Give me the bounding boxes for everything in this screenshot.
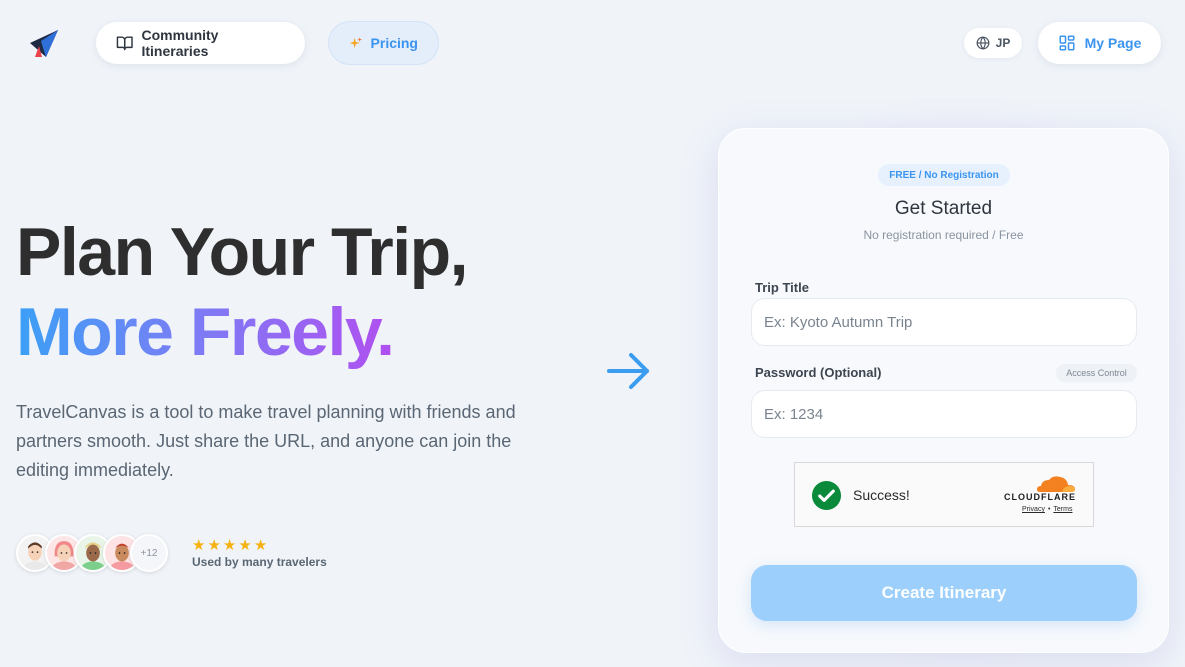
access-control-tag: Access Control xyxy=(1056,364,1137,382)
language-label: JP xyxy=(995,36,1011,50)
captcha-status: Success! xyxy=(853,487,910,503)
cloudflare-captcha-widget[interactable]: Success! CLOUDFLARE Privacy • Terms xyxy=(794,462,1094,527)
pricing-button[interactable]: Pricing xyxy=(329,22,438,64)
cloudflare-brand: CLOUDFLARE xyxy=(1004,492,1076,502)
star-icon: ★ xyxy=(222,537,237,554)
card-title: Get Started xyxy=(894,198,993,219)
success-check-icon xyxy=(811,480,842,511)
pricing-label: Pricing xyxy=(370,35,418,51)
my-page-button[interactable]: My Page xyxy=(1038,22,1161,64)
trip-title-input[interactable] xyxy=(751,298,1137,346)
cloudflare-logo-icon xyxy=(1037,476,1075,492)
headline-line-1: Plan Your Trip, xyxy=(16,214,469,290)
avatar-more-count: +12 xyxy=(130,534,168,572)
grid-icon xyxy=(1059,35,1075,51)
rating-text: Used by many travelers xyxy=(192,555,327,569)
my-page-label: My Page xyxy=(1084,35,1142,51)
create-itinerary-button[interactable]: Create Itinerary xyxy=(751,565,1137,621)
headline-line-2: More Freely. xyxy=(16,294,395,370)
rating-stars: ★ ★ ★ ★ ★ xyxy=(192,538,267,554)
password-label: Password (Optional) xyxy=(755,365,882,380)
links-separator: • xyxy=(1047,506,1051,513)
star-icon: ★ xyxy=(192,537,206,554)
card-subtitle: No registration required / Free xyxy=(863,228,1024,242)
avatar-group: +12 xyxy=(16,534,176,574)
terms-link[interactable]: Terms xyxy=(1053,506,1072,513)
community-itineraries-button[interactable]: Community Itineraries xyxy=(96,22,305,64)
paper-plane-icon[interactable] xyxy=(28,27,60,59)
star-icon: ★ xyxy=(253,537,268,554)
privacy-link[interactable]: Privacy xyxy=(1022,506,1045,513)
hero-description: TravelCanvas is a tool to make travel pl… xyxy=(16,402,516,480)
free-badge: FREE / No Registration xyxy=(878,164,1010,186)
star-icon: ★ xyxy=(238,537,252,554)
trip-title-label: Trip Title xyxy=(755,280,809,295)
password-input[interactable] xyxy=(751,390,1137,438)
star-icon: ★ xyxy=(207,537,221,554)
captcha-links: Privacy • Terms xyxy=(1022,506,1072,513)
globe-icon xyxy=(976,36,990,50)
community-itineraries-label: Community Itineraries xyxy=(141,27,219,59)
arrow-right-icon xyxy=(607,353,649,389)
sparkles-icon xyxy=(349,37,362,49)
language-switch-button[interactable]: JP xyxy=(964,28,1022,58)
book-open-icon xyxy=(116,36,133,51)
